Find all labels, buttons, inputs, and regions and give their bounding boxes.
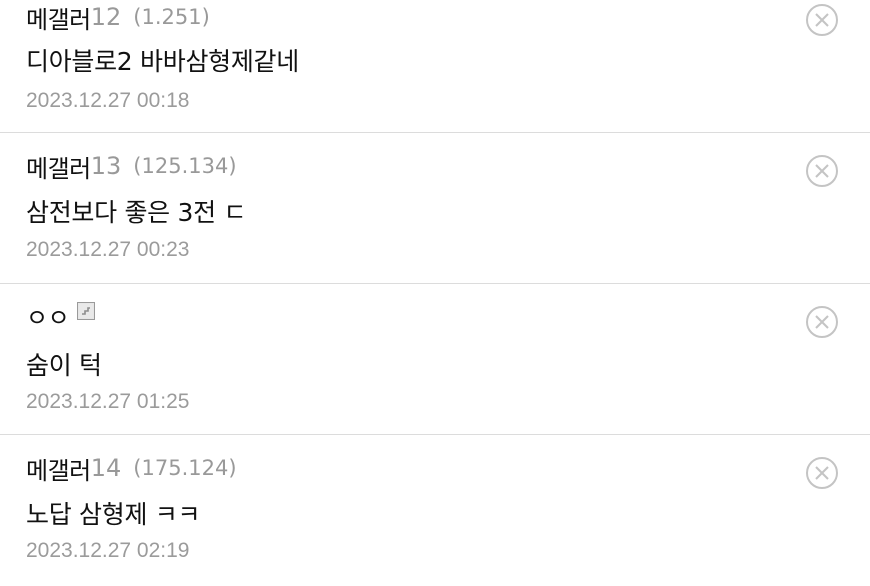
comment-date: 2023.12.27 02:19 [26, 539, 190, 562]
comment-date: 2023.12.27 00:18 [26, 89, 190, 112]
delete-comment-button[interactable] [805, 154, 839, 188]
ip-address: (175.124) [133, 456, 237, 480]
comment-text: 삼전보다 좋은 3전 ㄷ [26, 198, 247, 227]
nickname[interactable]: 메갤러 [26, 149, 91, 184]
gallercon-icon [77, 302, 96, 320]
comment-author: 메갤러 14 (175.124) [26, 451, 237, 485]
comment-item: 메갤러 14 (175.124) 노답 삼형제 ㅋㅋ 2023.12.27 02:1… [0, 435, 870, 586]
comment-item: ㅇㅇ 숨이 턱 2023.12.27 01:25 [0, 284, 870, 435]
circle-x-icon [806, 4, 838, 36]
ip-address: (125.134) [133, 154, 237, 178]
circle-x-icon [806, 457, 838, 489]
circle-x-icon [806, 155, 838, 187]
nickname-number: 13 [90, 152, 122, 180]
nickname[interactable]: 메갤러 [26, 451, 91, 486]
delete-comment-button[interactable] [805, 3, 839, 37]
comment-author: 메갤러 13 (125.134) [26, 149, 237, 183]
comment-text: 디아블로2 바바삼형제같네 [26, 47, 299, 76]
nickname[interactable]: 메갤러 [26, 0, 91, 35]
nickname-number: 14 [90, 454, 122, 482]
comment-date: 2023.12.27 01:25 [26, 390, 190, 413]
delete-comment-button[interactable] [805, 456, 839, 490]
nickname-number: 12 [90, 3, 122, 31]
comment-text: 숨이 턱 [26, 351, 102, 380]
circle-x-icon [806, 306, 838, 338]
comment-text: 노답 삼형제 ㅋㅋ [26, 500, 201, 529]
delete-comment-button[interactable] [805, 305, 839, 339]
comment-author: ㅇㅇ [26, 298, 96, 333]
comment-author: 메갤러 12 (1.251) [26, 0, 210, 34]
comment-item: 메갤러 13 (125.134) 삼전보다 좋은 3전 ㄷ 2023.12.27 0… [0, 133, 870, 284]
nickname[interactable]: ㅇㅇ [26, 298, 70, 333]
comment-list: 메갤러 12 (1.251) 디아블로2 바바삼형제같네 2023.12.27 00… [0, 0, 870, 584]
ip-address: (1.251) [133, 5, 210, 29]
comment-item: 메갤러 12 (1.251) 디아블로2 바바삼형제같네 2023.12.27 00… [0, 0, 870, 133]
comment-date: 2023.12.27 00:23 [26, 238, 190, 261]
